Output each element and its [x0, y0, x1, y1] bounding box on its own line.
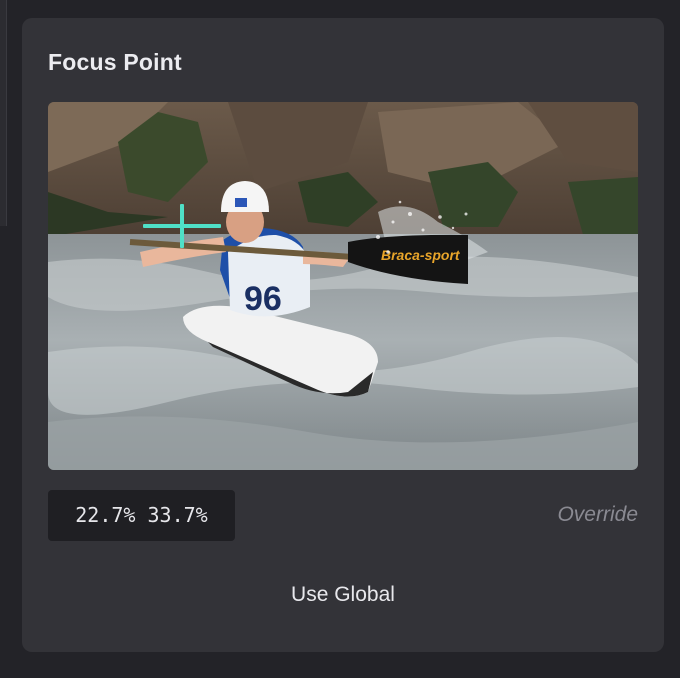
use-global-button[interactable]: Use Global: [243, 575, 443, 615]
svg-text:Braca-sport: Braca-sport: [381, 247, 461, 263]
focus-coordinates-readout: 22.7% 33.7%: [48, 490, 235, 541]
override-label: Override: [557, 503, 638, 526]
panel-title: Focus Point: [48, 49, 182, 75]
side-panel-edge: [0, 0, 7, 226]
focus-image[interactable]: 96 Braca-sport: [48, 102, 638, 470]
focus-point-panel: Focus Point 96 Braca-sport 22.7% 33.7% O…: [22, 18, 664, 652]
crosshair-vertical: [179, 204, 184, 249]
svg-text:96: 96: [244, 280, 282, 318]
kayak-photo: 96 Braca-sport: [48, 102, 638, 470]
